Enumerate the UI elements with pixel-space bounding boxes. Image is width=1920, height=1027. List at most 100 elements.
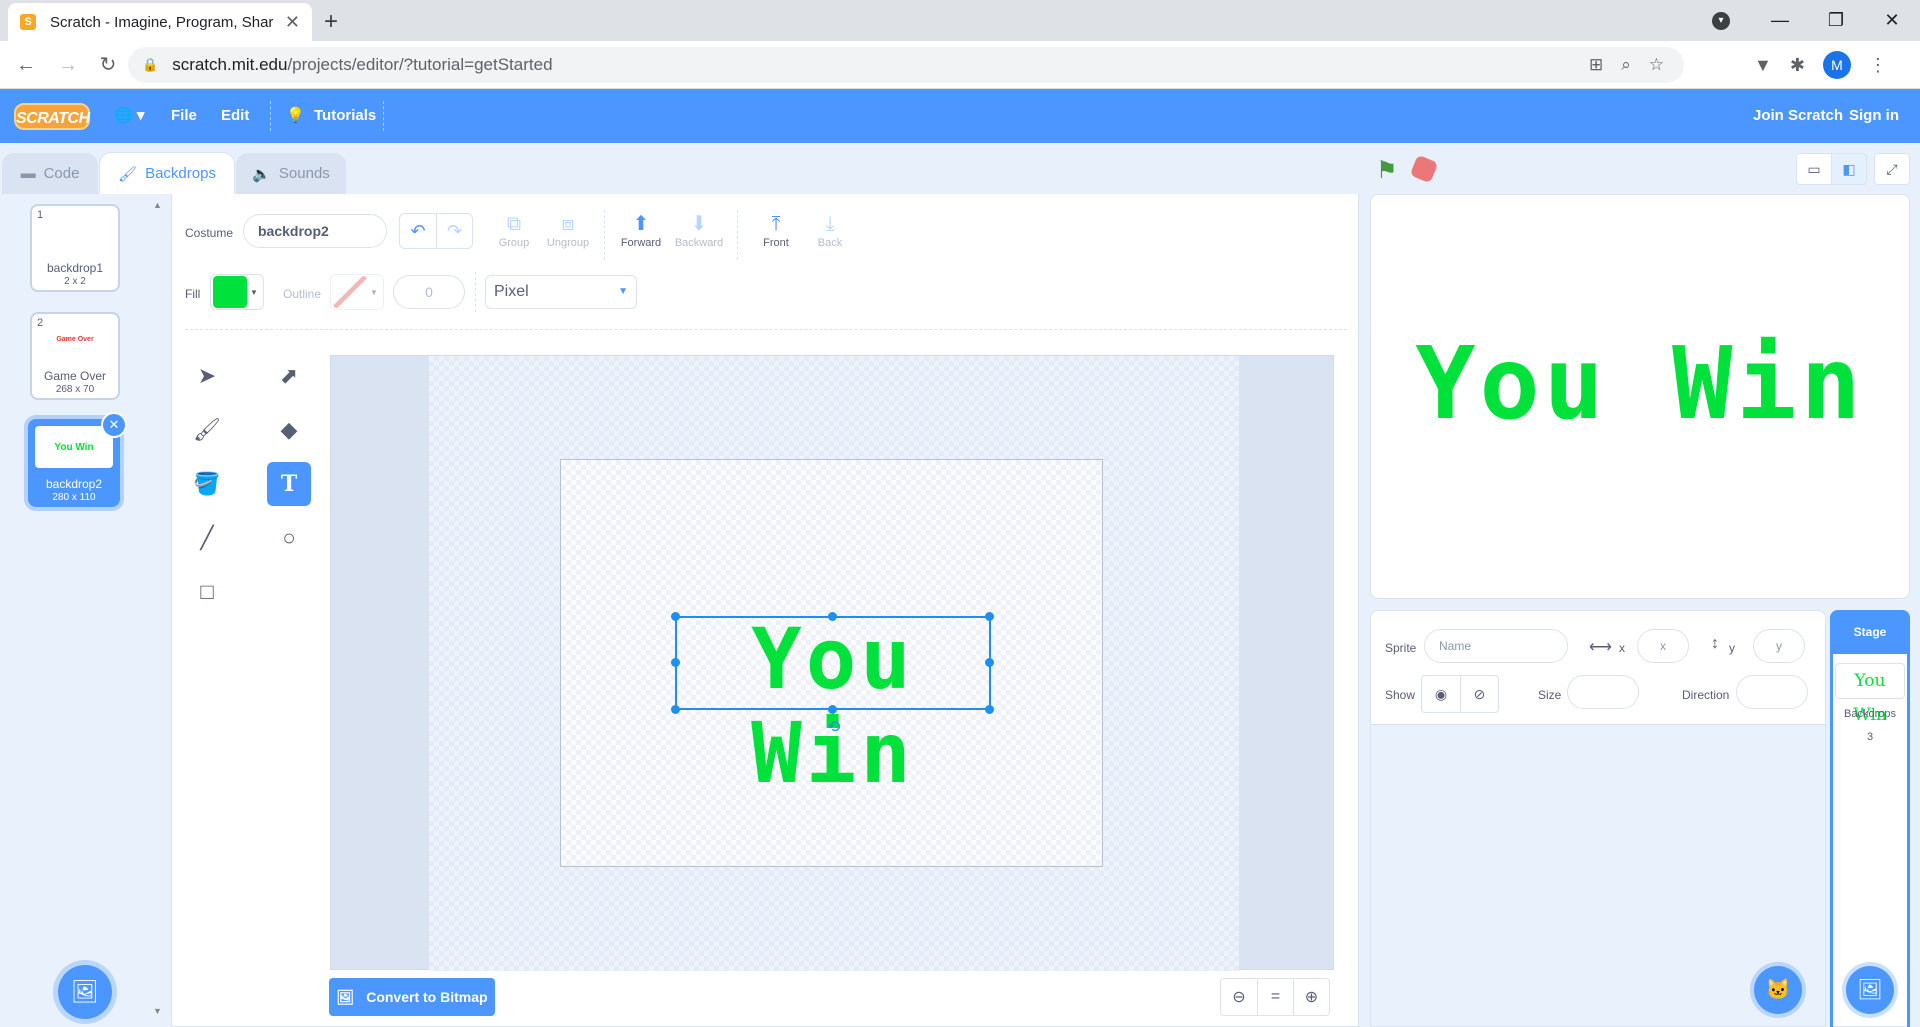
delete-backdrop-icon[interactable]: ✕ [101,412,127,438]
front-button[interactable]: ⤒ Front [746,211,806,249]
resize-handle[interactable] [671,612,680,621]
back-icon: ⤓ [825,213,835,235]
choose-backdrop-stage-button[interactable]: 🖼 [1846,966,1894,1014]
join-scratch-link[interactable]: Join Scratch [1753,89,1843,143]
reshape-tool[interactable]: ⬈ [267,354,311,398]
fill-swatch [213,276,247,308]
url-bar[interactable]: 🔒 scratch.mit.edu /projects/editor/?tuto… [128,47,1684,83]
undo-icon[interactable]: ↶ [400,214,436,248]
resize-handle[interactable] [985,658,994,667]
rotate-handle-icon[interactable]: ⟲ [827,717,840,737]
scratch-logo[interactable]: SCRATCH [14,103,90,130]
back-label: Back [817,237,843,249]
ungroup-button[interactable]: ⧈ Ungroup [538,211,598,249]
eye-slash-icon[interactable]: ⊘ [1460,676,1498,712]
tab-sounds[interactable]: 🔈 Sounds [236,153,346,194]
x-input[interactable]: x [1637,629,1689,663]
image-icon: 🖼 [336,988,355,1005]
backdrop-item-2[interactable]: 2 Game Over Game Over 268 x 70 [30,312,120,400]
zoom-icon[interactable]: ⌕ [1621,55,1631,75]
translate-icon[interactable]: ⊞ [1589,55,1603,75]
resize-handle[interactable] [985,705,994,714]
circle-tool[interactable]: ○ [267,516,311,560]
stage-text: You Win [1415,325,1865,442]
redo-icon[interactable]: ↷ [436,214,472,248]
fill-color-picker[interactable]: ▼ [210,274,264,310]
new-tab-button[interactable]: + [324,8,338,36]
reload-icon[interactable]: ↻ [94,51,122,79]
forward-arrow-icon[interactable]: → [54,51,82,79]
costume-name-input[interactable] [243,214,387,248]
y-input[interactable]: y [1753,629,1805,663]
window-close-button[interactable]: ✕ [1864,10,1920,31]
minimize-button[interactable]: — [1752,10,1808,31]
speaker-icon: 🔈 [252,165,271,183]
tab-code[interactable]: ▬ Code [2,153,98,194]
small-stage-button[interactable]: ▭ [1796,153,1832,185]
text-selection-box[interactable]: You Win [675,612,991,800]
stage-target-pane[interactable]: Stage You Win Backdrops 3 [1830,610,1910,1027]
tutorials-menu[interactable]: Tutorials [314,89,376,143]
tab-search-icon[interactable]: ▾ [1712,12,1730,30]
backdrop-item-3[interactable]: 3 You Win backdrop2 280 x 110 ✕ [28,412,127,507]
normal-stage-button[interactable]: ◧ [1831,153,1867,185]
font-select[interactable]: Pixel ▼ [485,275,637,309]
resize-handle[interactable] [671,658,680,667]
fullscreen-button[interactable]: ⤢ [1874,153,1910,185]
profile-avatar[interactable]: M [1822,51,1851,79]
zoom-out-icon[interactable]: ⊖ [1221,979,1257,1015]
restore-button[interactable]: ❐ [1808,10,1864,31]
stage-canvas[interactable]: You Win [1370,194,1910,599]
puzzle-extensions-icon[interactable]: ✱ [1790,55,1805,76]
language-globe-icon[interactable]: 🌐 ▾ [114,89,144,143]
text-tool[interactable]: T [267,462,311,506]
backdrop-item-1[interactable]: 1 backdrop1 2 x 2 [30,204,120,292]
rectangle-tool[interactable]: □ [185,570,229,614]
tab-code-label: Code [43,165,80,182]
browser-tab[interactable]: S Scratch - Imagine, Program, Shar ✕ [8,3,312,41]
resize-handle[interactable] [985,612,994,621]
group-button[interactable]: ⧉ Group [484,211,544,249]
y-arrows-icon: ↕ [1711,635,1719,652]
forward-button[interactable]: ⬆ Forward [611,211,671,249]
tab-close-icon[interactable]: ✕ [285,12,300,33]
stop-icon[interactable] [1409,154,1439,184]
paintbrush-icon: 🖌 [118,165,138,183]
eye-icon[interactable]: ◉ [1422,676,1460,712]
outline-width-input[interactable]: 0 [393,275,465,309]
outline-color-picker[interactable]: ▼ [330,274,384,310]
scroll-down-icon[interactable]: ▼ [153,1006,162,1016]
back-button[interactable]: ⤓ Back [800,211,860,249]
select-tool[interactable]: ➤ [185,354,229,398]
backdrop-thumbnail: You Win [35,426,113,468]
zoom-reset-button[interactable]: = [1257,979,1293,1015]
resize-handle[interactable] [671,705,680,714]
chrome-menu-icon[interactable]: ⋮ [1869,55,1887,76]
line-tool[interactable]: ╱ [185,516,229,560]
direction-input[interactable] [1736,675,1808,709]
scroll-up-icon[interactable]: ▲ [153,200,162,210]
green-flag-icon[interactable]: ⚑ [1376,156,1398,185]
back-arrow-icon[interactable]: ← [12,51,40,79]
ungroup-icon: ⧈ [561,213,575,235]
sprite-name-input[interactable]: Name [1424,629,1568,663]
chevron-down-icon: ▼ [618,286,628,297]
choose-backdrop-button[interactable]: 🖼 [58,965,112,1019]
bookmark-star-icon[interactable]: ☆ [1649,55,1664,75]
zoom-in-icon[interactable]: ⊕ [1293,979,1329,1015]
sign-in-link[interactable]: Sign in [1849,89,1899,143]
choose-sprite-button[interactable]: 🐱 [1754,966,1802,1014]
file-menu[interactable]: File [171,89,197,143]
tab-backdrops[interactable]: 🖌 Backdrops [99,152,235,194]
eraser-tool[interactable]: ◆ [267,408,311,452]
backdrops-count: 3 [1866,731,1874,743]
extension-icon[interactable]: ▼ [1754,55,1772,76]
fill-tool[interactable]: 🪣 [185,462,229,506]
backward-button[interactable]: ⬇ Backward [669,211,729,249]
edit-menu[interactable]: Edit [221,89,249,143]
resize-handle[interactable] [828,612,837,621]
brush-tool[interactable]: 🖌 [185,408,229,452]
convert-to-bitmap-button[interactable]: 🖼 Convert to Bitmap [329,978,495,1016]
resize-handle[interactable] [828,705,837,714]
size-input[interactable] [1567,675,1639,709]
